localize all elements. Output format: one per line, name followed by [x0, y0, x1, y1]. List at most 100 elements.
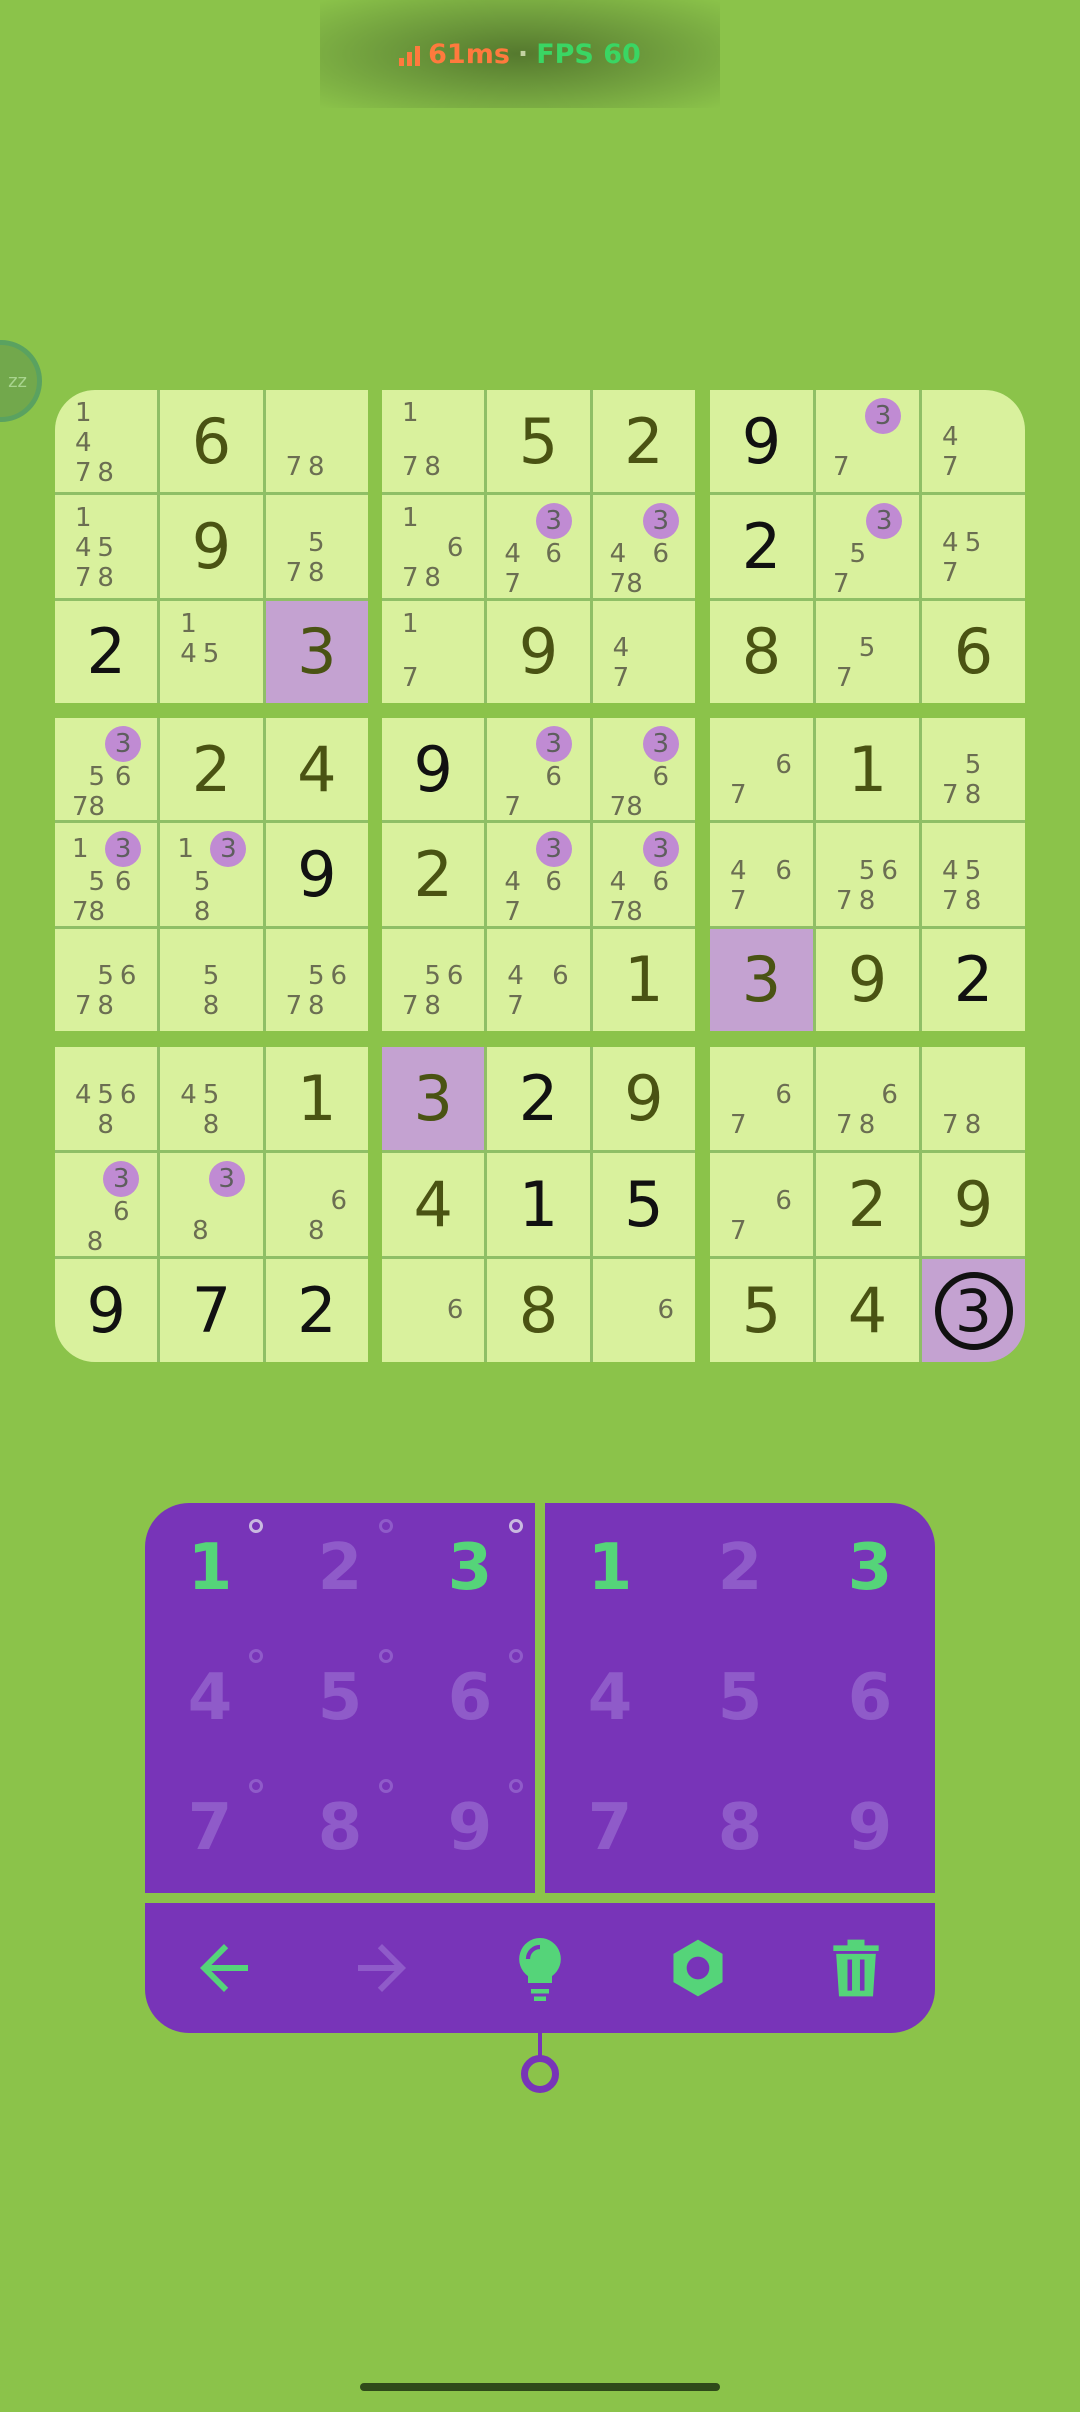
sudoku-cell[interactable]: 6: [592, 1259, 695, 1362]
sudoku-cell[interactable]: 2: [816, 1153, 919, 1256]
sudoku-cell[interactable]: 4: [382, 1153, 485, 1256]
digit-key-6[interactable]: 6: [805, 1633, 935, 1763]
sudoku-cell[interactable]: 38: [160, 1153, 263, 1256]
sudoku-cell[interactable]: 467: [710, 823, 813, 926]
undo-button[interactable]: [184, 1928, 264, 2008]
sudoku-cell[interactable]: 9: [592, 1047, 695, 1150]
sudoku-cell[interactable]: 58: [160, 928, 263, 1031]
digit-key-3[interactable]: 3: [805, 1503, 935, 1633]
sudoku-cell[interactable]: 5678: [382, 928, 485, 1031]
digit-key-2[interactable]: 2: [675, 1503, 805, 1633]
sudoku-cell[interactable]: 35678: [55, 718, 158, 821]
sudoku-cell[interactable]: 67: [710, 1047, 813, 1150]
sudoku-cell[interactable]: 4568: [55, 1047, 158, 1150]
note-key-2[interactable]: 2: [275, 1503, 405, 1633]
sudoku-cell[interactable]: 6: [382, 1259, 485, 1362]
sudoku-cell[interactable]: 9: [487, 600, 590, 703]
panel-handle[interactable]: [521, 2055, 559, 2093]
sudoku-cell[interactable]: 2: [265, 1259, 368, 1362]
digit-key-1[interactable]: 1: [545, 1503, 675, 1633]
sudoku-cell[interactable]: 2: [710, 495, 813, 598]
redo-button[interactable]: [342, 1928, 422, 2008]
note-key-7[interactable]: 7: [145, 1763, 275, 1893]
sudoku-cell[interactable]: 678: [816, 1047, 919, 1150]
note-key-1[interactable]: 1: [145, 1503, 275, 1633]
sudoku-cell[interactable]: 3: [265, 600, 368, 703]
sudoku-cell[interactable]: 5678: [55, 928, 158, 1031]
sudoku-cell[interactable]: 9: [160, 495, 263, 598]
sudoku-cell[interactable]: 6: [922, 600, 1025, 703]
sudoku-cell[interactable]: 5678: [265, 928, 368, 1031]
note-key-4[interactable]: 4: [145, 1633, 275, 1763]
note-key-9[interactable]: 9: [405, 1763, 535, 1893]
sudoku-cell[interactable]: 7: [160, 1259, 263, 1362]
sudoku-cell[interactable]: 14578: [55, 495, 158, 598]
sudoku-cell[interactable]: 47: [592, 600, 695, 703]
sudoku-cell[interactable]: 3678: [592, 718, 695, 821]
sudoku-cell[interactable]: 3467: [487, 495, 590, 598]
sudoku-cell[interactable]: 4578: [922, 823, 1025, 926]
note-key-5[interactable]: 5: [275, 1633, 405, 1763]
sudoku-cell[interactable]: 34678: [592, 495, 695, 598]
sudoku-cell[interactable]: 578: [922, 718, 1025, 821]
digit-key-9[interactable]: 9: [805, 1763, 935, 1893]
sudoku-cell[interactable]: 135678: [55, 823, 158, 926]
sudoku-cell[interactable]: 1 78: [382, 390, 485, 493]
home-indicator[interactable]: [360, 2383, 720, 2391]
sudoku-cell[interactable]: 1: [592, 928, 695, 1031]
sudoku-cell[interactable]: 5: [487, 390, 590, 493]
sudoku-cell[interactable]: 3: [382, 1047, 485, 1150]
sudoku-cell[interactable]: 1678: [382, 495, 485, 598]
sudoku-cell[interactable]: 1: [816, 718, 919, 821]
sudoku-cell[interactable]: 1: [265, 1047, 368, 1150]
sleep-badge[interactable]: zz: [0, 340, 42, 422]
sudoku-cell[interactable]: 467: [487, 928, 590, 1031]
sudoku-cell[interactable]: 1: [487, 1153, 590, 1256]
sudoku-cell[interactable]: 2: [922, 928, 1025, 1031]
sudoku-cell[interactable]: 9: [710, 390, 813, 493]
sudoku-cell[interactable]: 9: [816, 928, 919, 1031]
sudoku-cell[interactable]: 9: [265, 823, 368, 926]
sudoku-cell[interactable]: 1478: [55, 390, 158, 493]
sudoku-cell[interactable]: 9: [55, 1259, 158, 1362]
note-key-6[interactable]: 6: [405, 1633, 535, 1763]
sudoku-cell[interactable]: 578: [265, 495, 368, 598]
sudoku-cell[interactable]: 5: [592, 1153, 695, 1256]
delete-button[interactable]: [816, 1928, 896, 2008]
sudoku-cell[interactable]: 5678: [816, 823, 919, 926]
sudoku-cell[interactable]: 9: [382, 718, 485, 821]
settings-button[interactable]: [658, 1928, 738, 2008]
sudoku-cell[interactable]: 2: [160, 718, 263, 821]
hint-button[interactable]: [500, 1928, 580, 2008]
sudoku-cell[interactable]: 368: [55, 1153, 158, 1256]
sudoku-cell[interactable]: 457: [922, 495, 1025, 598]
sudoku-cell[interactable]: 458: [160, 1047, 263, 1150]
sudoku-cell[interactable]: 3467: [487, 823, 590, 926]
sudoku-cell[interactable]: 357: [816, 495, 919, 598]
sudoku-cell[interactable]: 37: [816, 390, 919, 493]
sudoku-cell[interactable]: 67: [710, 1153, 813, 1256]
sudoku-cell[interactable]: 68: [265, 1153, 368, 1256]
sudoku-cell[interactable]: 8: [710, 600, 813, 703]
sudoku-cell[interactable]: 2: [55, 600, 158, 703]
note-key-8[interactable]: 8: [275, 1763, 405, 1893]
sudoku-cell[interactable]: 5: [710, 1259, 813, 1362]
digit-key-5[interactable]: 5: [675, 1633, 805, 1763]
note-key-3[interactable]: 3: [405, 1503, 535, 1633]
digit-key-4[interactable]: 4: [545, 1633, 675, 1763]
sudoku-cell[interactable]: 34678: [592, 823, 695, 926]
sudoku-cell[interactable]: 3: [922, 1259, 1025, 1362]
sudoku-cell[interactable]: 17: [382, 600, 485, 703]
sudoku-cell[interactable]: 4: [816, 1259, 919, 1362]
digit-key-7[interactable]: 7: [545, 1763, 675, 1893]
digit-key-8[interactable]: 8: [675, 1763, 805, 1893]
sudoku-cell[interactable]: 2: [592, 390, 695, 493]
sudoku-cell[interactable]: 9: [922, 1153, 1025, 1256]
sudoku-cell[interactable]: 3: [710, 928, 813, 1031]
sudoku-cell[interactable]: 1358: [160, 823, 263, 926]
sudoku-cell[interactable]: 78: [922, 1047, 1025, 1150]
sudoku-cell[interactable]: 367: [487, 718, 590, 821]
sudoku-cell[interactable]: 8: [487, 1259, 590, 1362]
sudoku-cell[interactable]: 67: [710, 718, 813, 821]
sudoku-cell[interactable]: 78: [265, 390, 368, 493]
